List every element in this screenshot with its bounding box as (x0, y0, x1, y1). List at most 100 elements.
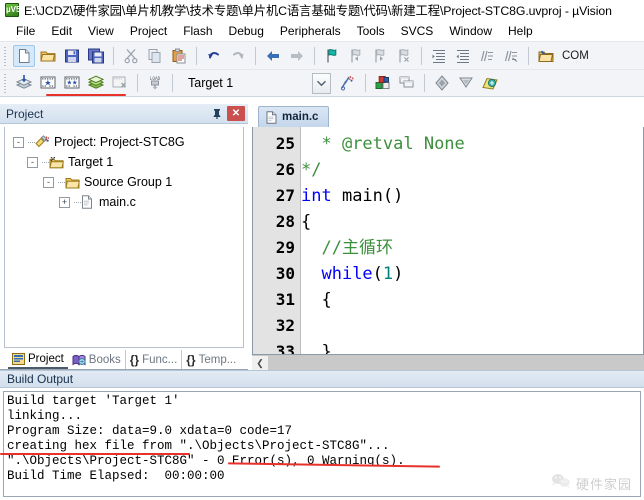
new-file-icon[interactable] (13, 44, 35, 67)
build-line: Build target 'Target 1' (7, 394, 180, 408)
menu-file[interactable]: File (8, 22, 43, 40)
line-number: 31 (275, 290, 295, 309)
flash-erase-icon[interactable] (455, 72, 477, 94)
uncomment-icon[interactable] (500, 45, 522, 67)
open-file-icon[interactable] (37, 45, 59, 67)
tree-item-source-group[interactable]: - Source Group 1 (5, 172, 243, 192)
expander-toggle[interactable]: - (27, 156, 38, 168)
tree-item-target[interactable]: - Target 1 (5, 152, 243, 172)
tab-templates[interactable]: {} Temp... (182, 350, 240, 369)
bookmark-clear-icon[interactable] (393, 45, 415, 67)
toolbar-grip[interactable] (2, 45, 9, 66)
editor-tab-strip: main.c (252, 104, 644, 127)
project-icon (35, 135, 50, 149)
editor-tab-main-c[interactable]: main.c (258, 106, 330, 127)
expander-toggle[interactable]: + (59, 196, 70, 208)
toolbar-grip[interactable] (2, 73, 9, 93)
line-number: 29 (275, 238, 295, 257)
target-selector[interactable]: Target 1 (184, 72, 331, 94)
scroll-track[interactable] (268, 355, 644, 371)
menu-project[interactable]: Project (122, 22, 175, 40)
comment-icon[interactable] (476, 45, 498, 67)
tree-label: main.c (99, 195, 136, 209)
c-file-icon (266, 110, 277, 124)
bookmark-prev-icon[interactable] (345, 45, 367, 67)
menu-help[interactable]: Help (500, 22, 541, 40)
scroll-left-icon[interactable]: ❮ (252, 355, 268, 371)
tab-label: Temp... (198, 353, 237, 366)
bookmark-toggle-icon[interactable] (321, 45, 343, 67)
tab-label: Func... (142, 353, 178, 366)
cut-icon[interactable] (120, 45, 142, 67)
chevron-down-icon[interactable] (312, 72, 331, 94)
stop-build-icon[interactable] (109, 72, 131, 94)
expander-toggle[interactable]: - (43, 176, 54, 188)
manage-project-items-icon[interactable] (372, 72, 394, 94)
copy-icon[interactable] (144, 45, 166, 67)
pin-icon[interactable] (209, 106, 225, 122)
file-toolbar: COM (0, 41, 644, 69)
build-target-icon[interactable] (37, 72, 59, 94)
menu-flash[interactable]: Flash (175, 22, 220, 40)
save-all-icon[interactable] (85, 45, 107, 67)
folder-icon (65, 176, 80, 189)
code-text-area[interactable]: * @retval None */ int main() { //主循环 while(… (301, 127, 643, 354)
code-token: int (301, 186, 332, 206)
build-output-panel: Build Output Build target 'Target 1' lin… (0, 370, 644, 500)
code-editor[interactable]: 25 26 27 28 29 30 31 32 33 * @retval Non… (252, 127, 644, 355)
tab-label: Books (88, 353, 121, 366)
paste-icon[interactable] (168, 45, 190, 67)
target-icon (49, 156, 64, 169)
tab-functions[interactable]: {} Func... (126, 350, 183, 369)
windows-icon[interactable] (396, 72, 418, 94)
build-line: Build Time Elapsed: 00:00:00 (7, 469, 225, 483)
menu-view[interactable]: View (80, 22, 122, 40)
tab-books[interactable]: Books (68, 350, 126, 369)
translate-icon[interactable] (13, 72, 35, 94)
main-workspace: Project ✕ - Project: Project-STC8G - Tar… (0, 104, 644, 371)
serial-window-icon[interactable] (535, 45, 557, 67)
expander-toggle[interactable]: - (13, 136, 24, 148)
tree-item-main-c[interactable]: + main.c (5, 192, 243, 212)
menu-svcs[interactable]: SVCS (393, 22, 442, 40)
build-output-body[interactable]: Build target 'Target 1' linking... Progr… (3, 391, 641, 497)
rebuild-all-icon[interactable] (61, 72, 83, 94)
code-line: int main() (301, 183, 643, 209)
outdent-icon[interactable] (452, 45, 474, 67)
batch-build-icon[interactable] (85, 72, 107, 94)
save-icon[interactable] (61, 45, 83, 67)
tree-connector (28, 141, 35, 143)
flash-download-icon[interactable] (479, 72, 501, 94)
line-number: 30 (275, 264, 295, 283)
menu-tools[interactable]: Tools (349, 22, 393, 40)
tree-connector (74, 201, 81, 203)
close-icon[interactable]: ✕ (227, 106, 245, 121)
navigate-forward-icon[interactable] (286, 45, 308, 67)
project-tab-icon (12, 352, 25, 365)
project-tree[interactable]: - Project: Project-STC8G - Target 1 - So… (4, 127, 244, 348)
redo-icon[interactable] (227, 45, 249, 67)
line-number: 25 (275, 134, 295, 153)
target-options-icon[interactable] (337, 72, 359, 94)
bookmark-next-icon[interactable] (369, 45, 391, 67)
build-icons-annotation (46, 94, 126, 96)
download-icon[interactable]: LOAD (144, 72, 166, 94)
indent-icon[interactable] (428, 45, 450, 67)
debug-settings-icon[interactable] (431, 72, 453, 94)
toolbar-separator (255, 46, 256, 65)
toolbar-separator (137, 74, 138, 92)
navigate-back-icon[interactable] (262, 45, 284, 67)
tab-project[interactable]: Project (8, 350, 68, 369)
undo-icon[interactable] (203, 45, 225, 67)
menu-debug[interactable]: Debug (221, 22, 272, 40)
build-line: ".\Objects\Project-STC8G" - 0 Error(s), … (7, 454, 405, 468)
editor-horizontal-scrollbar[interactable]: ❮ (252, 355, 644, 371)
code-token: * @retval None (321, 134, 465, 154)
menu-peripherals[interactable]: Peripherals (272, 22, 349, 40)
code-line: */ (301, 157, 643, 183)
tree-item-project[interactable]: - Project: Project-STC8G (5, 132, 243, 152)
menu-edit[interactable]: Edit (43, 22, 80, 40)
toolbar-separator (424, 74, 425, 92)
menu-window[interactable]: Window (441, 22, 500, 40)
